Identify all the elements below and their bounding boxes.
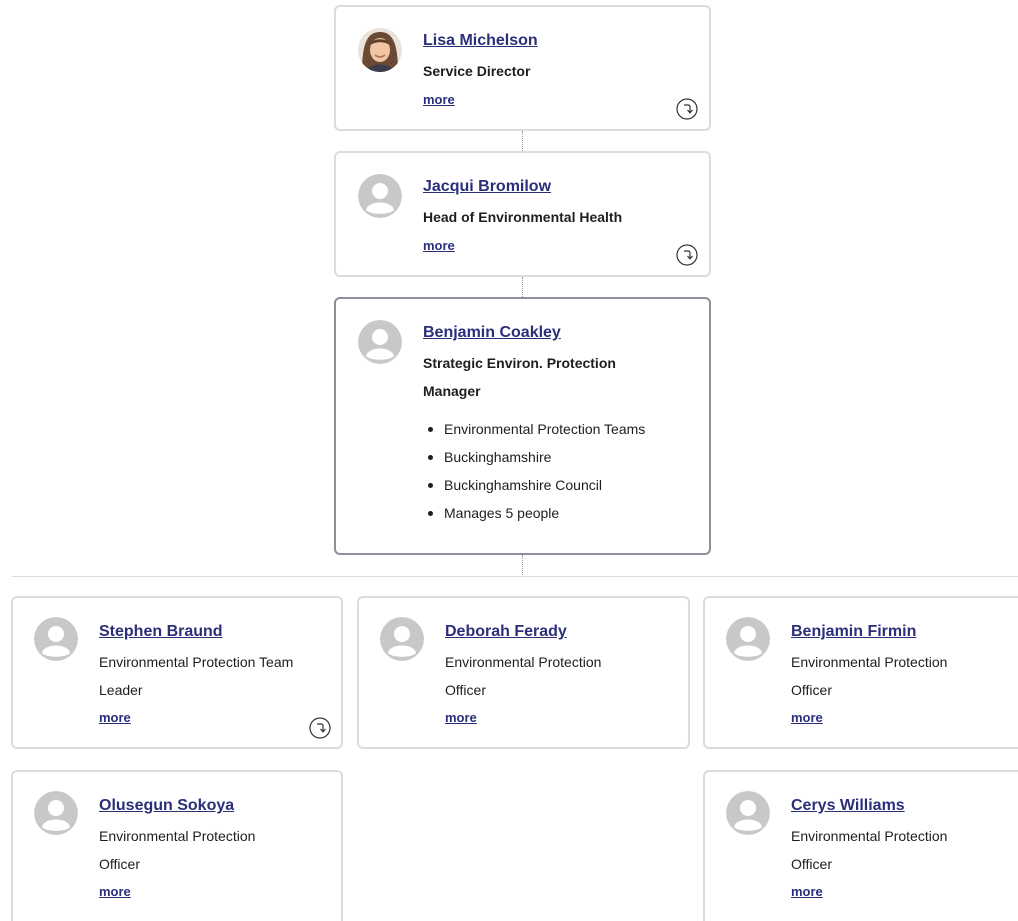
detail-organisation: Buckinghamshire Council <box>426 471 645 499</box>
more-link[interactable]: more <box>99 710 131 725</box>
org-card-olusegun-sokoya[interactable]: Olusegun Sokoya Environmental Protection… <box>11 770 343 921</box>
org-card-jacqui-bromilow[interactable]: Jacqui Bromilow Head of Environmental He… <box>334 151 711 277</box>
person-name-link[interactable]: Deborah Ferady <box>445 623 567 641</box>
person-name-link[interactable]: Lisa Michelson <box>423 32 538 50</box>
detail-reports-count: Manages 5 people <box>426 499 645 527</box>
person-name-link[interactable]: Olusegun Sokoya <box>99 797 234 815</box>
person-job-title: Environmental Protection Officer <box>99 828 256 872</box>
profile-photo <box>358 28 402 72</box>
expand-icon[interactable] <box>676 244 698 266</box>
person-job-title: Environmental Protection Officer <box>791 828 948 872</box>
placeholder-person-icon <box>726 791 770 835</box>
person-job-title: Environmental Protection Officer <box>791 654 948 698</box>
detail-location: Buckinghamshire <box>426 443 645 471</box>
expand-icon[interactable] <box>676 98 698 120</box>
more-link[interactable]: more <box>791 710 823 725</box>
connector-line <box>522 277 523 297</box>
person-job-title: Environmental Protection Team Leader <box>99 654 294 698</box>
person-name-link[interactable]: Benjamin Coakley <box>423 324 561 342</box>
person-job-title: Environmental Protection Officer <box>445 654 602 698</box>
org-chart: Lisa Michelson Service Director more Jac… <box>0 0 1018 921</box>
connector-line <box>522 131 523 151</box>
placeholder-person-icon <box>34 791 78 835</box>
more-link[interactable]: more <box>445 710 477 725</box>
org-card-cerys-williams[interactable]: Cerys Williams Environmental Protection … <box>703 770 1018 921</box>
person-job-title: Strategic Environ. Protection Manager <box>423 355 616 399</box>
person-job-title: Service Director <box>423 63 531 79</box>
org-card-focused-benjamin-coakley: Benjamin Coakley Strategic Environ. Prot… <box>334 297 711 555</box>
detail-team: Environmental Protection Teams <box>426 415 645 443</box>
person-name-link[interactable]: Benjamin Firmin <box>791 623 916 641</box>
org-card-benjamin-firmin[interactable]: Benjamin Firmin Environmental Protection… <box>703 596 1018 749</box>
person-name-link[interactable]: Cerys Williams <box>791 797 905 815</box>
more-link[interactable]: more <box>99 884 131 899</box>
placeholder-person-icon <box>34 617 78 661</box>
org-card-deborah-ferady[interactable]: Deborah Ferady Environmental Protection … <box>357 596 690 749</box>
person-name-link[interactable]: Jacqui Bromilow <box>423 178 551 196</box>
expand-icon[interactable] <box>309 717 331 739</box>
placeholder-person-icon <box>380 617 424 661</box>
section-divider <box>12 576 1018 577</box>
more-link[interactable]: more <box>423 238 455 253</box>
person-name-link[interactable]: Stephen Braund <box>99 623 223 641</box>
org-card-stephen-braund[interactable]: Stephen Braund Environmental Protection … <box>11 596 343 749</box>
person-details-list: Environmental Protection Teams Buckingha… <box>426 415 645 527</box>
connector-line <box>522 555 523 575</box>
placeholder-person-icon <box>358 320 402 364</box>
more-link[interactable]: more <box>423 92 455 107</box>
placeholder-person-icon <box>358 174 402 218</box>
org-card-lisa-michelson[interactable]: Lisa Michelson Service Director more <box>334 5 711 131</box>
person-job-title: Head of Environmental Health <box>423 209 623 225</box>
more-link[interactable]: more <box>791 884 823 899</box>
placeholder-person-icon <box>726 617 770 661</box>
